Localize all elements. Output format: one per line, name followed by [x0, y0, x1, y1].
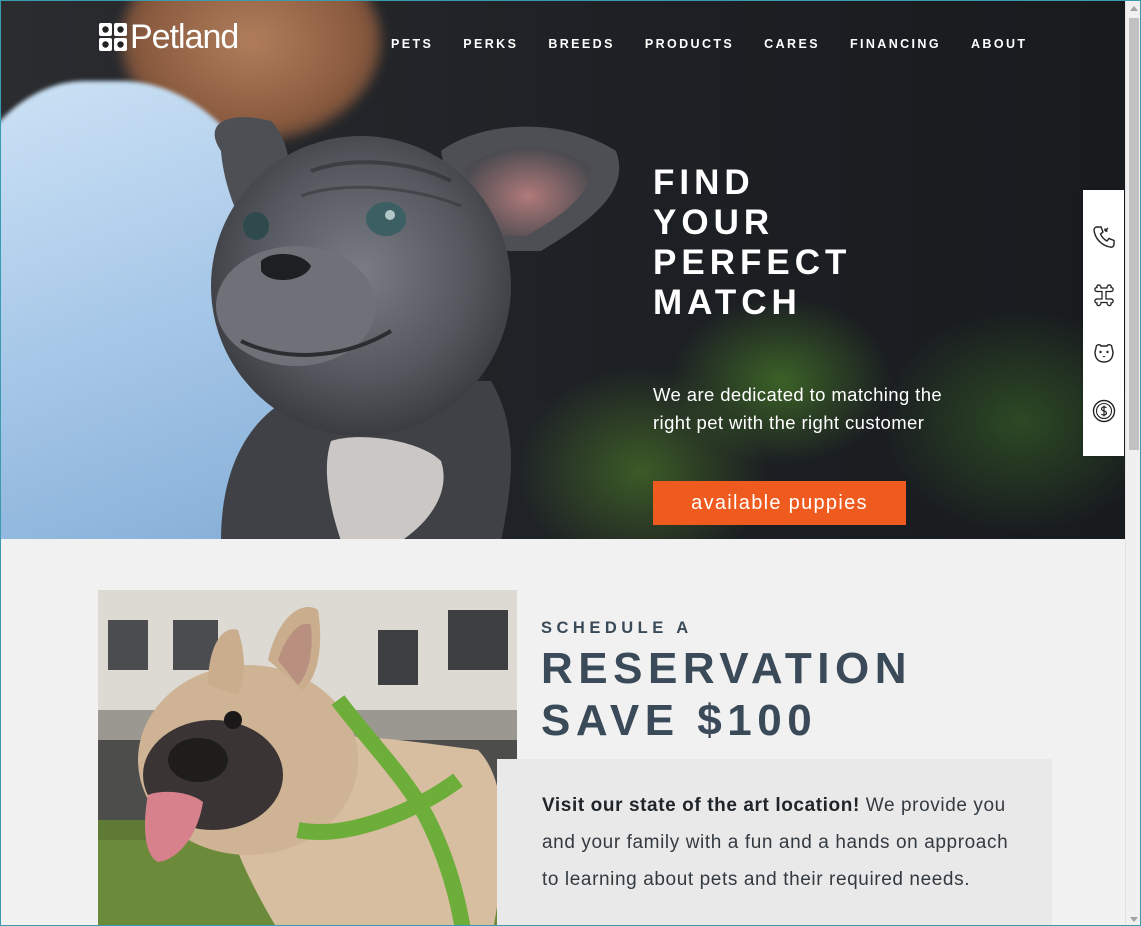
- reservation-info-card: Visit our state of the art location! We …: [497, 759, 1052, 925]
- reservation-body-bold: Visit our state of the art location!: [542, 795, 860, 816]
- brand-name: Petland: [130, 18, 239, 56]
- scroll-down-arrow-icon[interactable]: [1130, 917, 1138, 922]
- nav-item-breeds[interactable]: BREEDS: [548, 37, 615, 51]
- nav-item-products[interactable]: PRODUCTS: [645, 37, 734, 51]
- bulldog-illustration: [98, 590, 517, 925]
- scroll-up-arrow-icon[interactable]: [1130, 6, 1138, 11]
- brand-logo[interactable]: Petland: [98, 18, 239, 56]
- french-bulldog-photo: [98, 590, 517, 925]
- browser-viewport: Petland PETS PERKS BREEDS PRODUCTS CARES…: [0, 0, 1141, 926]
- puppy-face-icon[interactable]: [1091, 340, 1117, 366]
- hero-title-line: FIND: [653, 163, 755, 202]
- hero-title-line: MATCH: [653, 283, 802, 322]
- hero-title: FIND YOUR PERFECT MATCH: [653, 163, 851, 323]
- reservation-headline-line: SAVE $100: [541, 696, 818, 745]
- hero-puppy-image: [211, 117, 620, 539]
- bone-icon[interactable]: [1091, 282, 1117, 308]
- reservation-kicker: SCHEDULE A: [541, 619, 693, 637]
- reservation-headline: RESERVATION SAVE $100: [541, 643, 912, 747]
- nav-item-cares[interactable]: CARES: [764, 37, 820, 51]
- dollar-coin-icon[interactable]: [1091, 398, 1117, 424]
- reservation-body: Visit our state of the art location! We …: [542, 787, 1022, 898]
- nav-item-perks[interactable]: PERKS: [463, 37, 518, 51]
- paw-logo-icon: [99, 23, 127, 51]
- nav-item-pets[interactable]: PETS: [391, 37, 433, 51]
- reservation-headline-line: RESERVATION: [541, 644, 912, 693]
- hero-title-line: PERFECT: [653, 243, 852, 282]
- hero-title-line: YOUR: [653, 203, 775, 242]
- quick-links-sidebar: [1083, 190, 1124, 456]
- phone-icon[interactable]: [1091, 224, 1117, 250]
- main-nav: PETS PERKS BREEDS PRODUCTS CARES FINANCI…: [391, 37, 1057, 51]
- available-puppies-button[interactable]: available puppies: [653, 481, 906, 525]
- nav-item-financing[interactable]: FINANCING: [850, 37, 941, 51]
- nav-item-about[interactable]: ABOUT: [971, 37, 1027, 51]
- page-scrollbar[interactable]: [1125, 1, 1140, 925]
- scrollbar-thumb[interactable]: [1129, 18, 1139, 450]
- hero-subtitle: We are dedicated to matching the right p…: [653, 384, 943, 433]
- hero-banner: Petland PETS PERKS BREEDS PRODUCTS CARES…: [1, 1, 1126, 539]
